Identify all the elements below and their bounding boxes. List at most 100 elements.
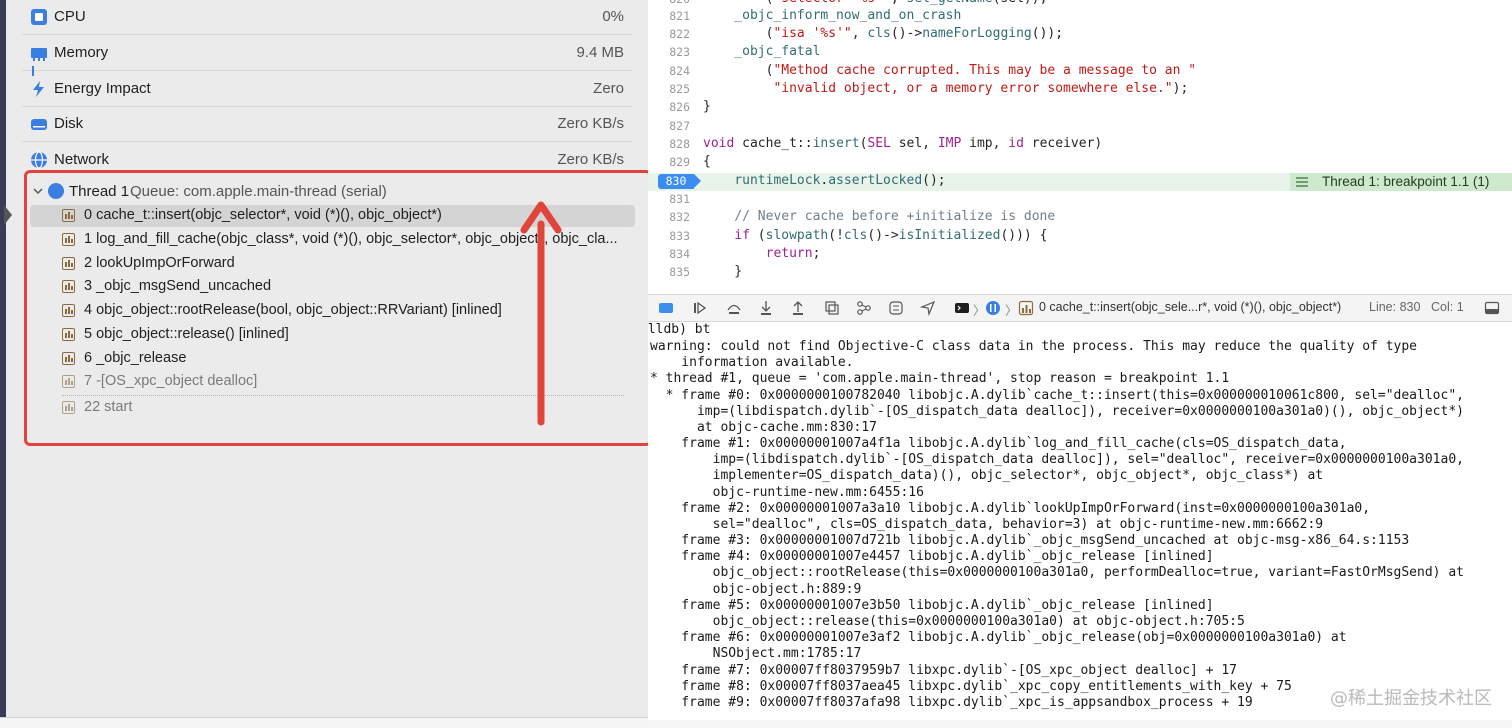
console-line: objc-runtime-new.mm:6455:16: [650, 485, 924, 500]
console-line: frame #2: 0x00000001007a3a10 libobjc.A.d…: [650, 501, 1371, 516]
console-line: objc_object::release(this=0x0000000100a3…: [650, 614, 1245, 629]
console-line: * thread #1, queue = 'com.apple.main-thr…: [650, 371, 1230, 386]
environment-overrides-icon[interactable]: [888, 300, 904, 316]
breakpoint-line-number[interactable]: 830: [658, 174, 694, 189]
step-over-icon[interactable]: [726, 300, 742, 316]
console-line: imp=(libdispatch.dylib`-[OS_dispatch_dat…: [650, 404, 1464, 419]
navigator-filter-bar[interactable]: [0, 717, 648, 728]
code-text: ("Method cache corrupted. This may be a …: [703, 63, 1197, 78]
gauge-label: Memory: [54, 44, 109, 61]
thread-icon[interactable]: [985, 300, 1001, 316]
console-line: frame #9: 0x00007ff8037afa98 libxpc.dyli…: [650, 695, 1253, 710]
console-line: at objc-cache.mm:830:17: [650, 420, 877, 435]
code-text: }: [703, 264, 743, 279]
breakpoint-label: Thread 1: breakpoint 1.1 (1): [1322, 174, 1490, 189]
lldb-console[interactable]: (lldb) bt warning: could not find Object…: [648, 322, 1512, 728]
simulate-location-icon[interactable]: [920, 300, 936, 316]
continue-icon[interactable]: [692, 300, 708, 316]
line-number: 831: [669, 192, 690, 206]
console-line: frame #6: 0x00000001007e3af2 libobjc.A.d…: [650, 630, 1347, 645]
gauge-value: Zero: [593, 80, 624, 97]
disk-icon: [31, 119, 47, 130]
gauge-value: 9.4 MB: [576, 44, 624, 61]
current-frame-marker-icon: [4, 205, 12, 225]
line-number: 820: [648, 0, 690, 6]
code-line[interactable]: 835 }: [648, 264, 1512, 282]
code-line[interactable]: 824 ("Method cache corrupted. This may b…: [648, 63, 1512, 81]
code-text: _objc_inform_now_and_on_crash: [703, 8, 962, 23]
console-line: frame #5: 0x00000001007e3b50 libobjc.A.d…: [650, 598, 1214, 613]
breadcrumb-frame[interactable]: 0 cache_t::insert(objc_sele...r*, void (…: [1039, 300, 1341, 314]
breakpoint-badge[interactable]: Thread 1: breakpoint 1.1 (1): [1290, 173, 1512, 191]
code-text: return;: [765, 246, 821, 261]
cursor-column: Col: 1: [1431, 300, 1464, 314]
debug-navigator: CPU 0% Memory 9.4 MB Energy Impact Zero …: [0, 0, 648, 728]
code-line[interactable]: 832 // Never cache before +initialize is…: [648, 209, 1512, 227]
gauge-disk[interactable]: Disk Zero KB/s: [22, 107, 632, 142]
breadcrumb-chevron-icon: 〉: [973, 304, 986, 318]
code-line[interactable]: 829 {: [648, 154, 1512, 172]
code-line[interactable]: 827: [648, 118, 1512, 136]
console-line: frame #1: 0x00000001007a4f1a libobjc.A.d…: [650, 436, 1347, 451]
line-number: 828: [669, 137, 690, 151]
console-line: objc-object.h:889:9: [650, 582, 862, 597]
console-line: NSObject.mm:1785:17: [650, 646, 862, 661]
code-line[interactable]: 825 "invalid object, or a memory error s…: [648, 81, 1512, 99]
code-line[interactable]: 823 _objc_fatal: [648, 44, 1512, 62]
gauge-label: CPU: [54, 8, 86, 25]
console-line: frame #3: 0x00000001007d721b libobjc.A.d…: [650, 533, 1410, 548]
code-line[interactable]: 822 ("isa '%s'", cls()->nameForLogging()…: [648, 26, 1512, 44]
window-edge: [0, 0, 6, 728]
energy-icon: [33, 81, 44, 97]
breadcrumb-chevron-icon: 〉: [1005, 304, 1018, 318]
code-line[interactable]: 833 if (slowpath(!cls()->isInitialized()…: [648, 228, 1512, 246]
gauge-label: Energy Impact: [54, 80, 151, 97]
breakpoint-marker-icon[interactable]: [694, 174, 701, 188]
step-into-icon[interactable]: [758, 300, 774, 316]
memory-icon: [31, 48, 47, 61]
code-text: _objc_fatal: [703, 44, 821, 59]
code-line[interactable]: 828 void cache_t::insert(SEL sel, IMP imp…: [648, 136, 1512, 154]
gauge-label: Disk: [54, 115, 84, 132]
code-line-current[interactable]: 830 runtimeLock.assertLocked(); Thread 1…: [648, 173, 1512, 192]
code-comment: // Never cache before +initialize is don…: [703, 209, 1056, 224]
console-filter-bar[interactable]: [648, 720, 1512, 728]
console-line: imp=(libdispatch.dylib`-[OS_dispatch_dat…: [650, 452, 1464, 467]
hide-debug-area-icon[interactable]: [658, 300, 674, 316]
split-console-icon[interactable]: [1484, 300, 1500, 316]
gauge-memory[interactable]: Memory 9.4 MB: [22, 36, 632, 76]
memory-graph-icon[interactable]: [856, 300, 872, 316]
console-line: information available.: [650, 355, 854, 370]
gauge-energy[interactable]: Energy Impact Zero: [22, 72, 632, 107]
network-icon: [31, 151, 47, 169]
line-number: 822: [669, 27, 690, 41]
line-number: 835: [669, 265, 690, 279]
annotation-arrow-up-icon: [520, 201, 562, 426]
view-hierarchy-icon[interactable]: [824, 300, 840, 316]
code-line[interactable]: 821 _objc_inform_now_and_on_crash: [648, 8, 1512, 26]
step-out-icon[interactable]: [790, 300, 806, 316]
code-text: }: [703, 99, 711, 114]
watermark: @稀土掘金技术社区: [1330, 688, 1492, 709]
gauge-value: Zero KB/s: [557, 151, 624, 168]
stack-frame-icon: [1018, 300, 1034, 316]
terminal-icon[interactable]: [954, 300, 970, 316]
code-line[interactable]: 834 return;: [648, 246, 1512, 264]
gauge-value: Zero KB/s: [557, 115, 624, 132]
line-number: 823: [669, 45, 690, 59]
gauge-cpu[interactable]: CPU 0%: [22, 0, 632, 35]
console-line: sel="dealloc", cls=OS_dispatch_data, beh…: [650, 517, 1324, 532]
code-text: {: [703, 154, 711, 169]
line-number: 821: [669, 9, 690, 23]
breakpoint-list-icon: [1296, 177, 1308, 187]
line-number: 824: [669, 64, 690, 78]
console-line: * frame #0: 0x0000000100782040 libobjc.A…: [650, 388, 1464, 403]
editor-and-console: 820 ("selector '%s'", sel_getName(sel));…: [648, 0, 1512, 728]
console-line: frame #7: 0x00007ff8037959b7 libxpc.dyli…: [650, 663, 1237, 678]
gauge-value: 0%: [602, 8, 624, 25]
console-line: (lldb) bt: [648, 322, 711, 337]
debug-toolbar: 〉 〉 0 cache_t::insert(objc_sele...r*, vo…: [648, 294, 1512, 322]
code-line[interactable]: 826}: [648, 99, 1512, 117]
code-line[interactable]: 831: [648, 191, 1512, 209]
console-line: frame #8: 0x00007ff8037aea45 libxpc.dyli…: [650, 679, 1292, 694]
